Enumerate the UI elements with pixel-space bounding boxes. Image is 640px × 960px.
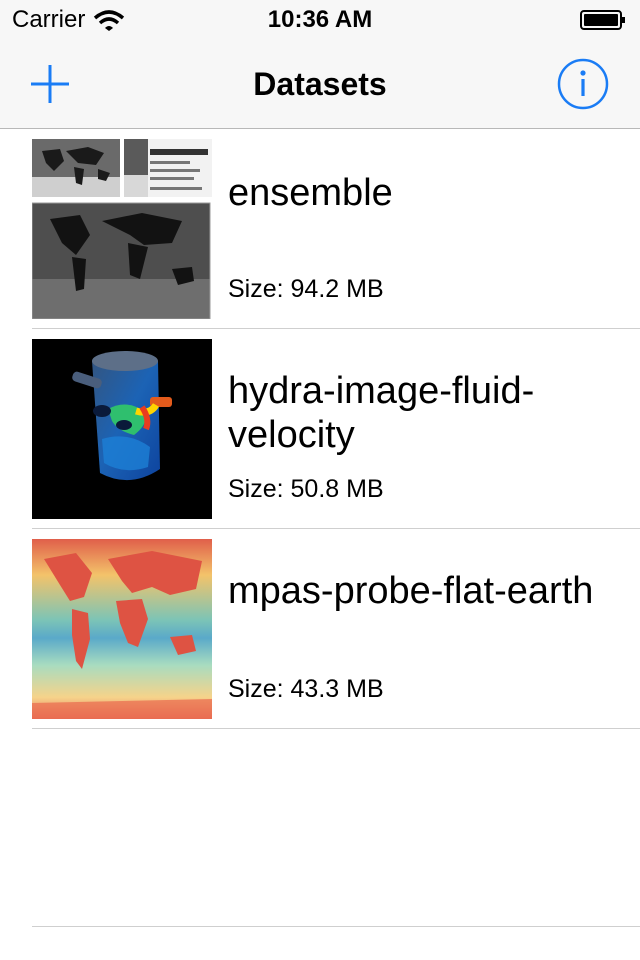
- list-separator: [32, 926, 640, 927]
- dataset-list: ensemble Size: 94.2 MB hydra-image-fluid…: [0, 129, 640, 729]
- status-time: 10:36 AM: [267, 6, 373, 33]
- dataset-size: Size: 43.3 MB: [228, 675, 384, 703]
- dataset-thumbnail: [32, 339, 212, 519]
- status-bar: Carrier 10:36 AM: [0, 0, 640, 40]
- battery-icon: [580, 10, 625, 30]
- info-icon[interactable]: [556, 57, 610, 111]
- dataset-name: mpas-probe-flat-earth: [228, 570, 594, 612]
- dataset-row-mpas-probe-flat-earth[interactable]: mpas-probe-flat-earth Size: 43.3 MB: [32, 529, 640, 729]
- dataset-row-ensemble[interactable]: ensemble Size: 94.2 MB: [32, 129, 640, 329]
- dataset-name: ensemble: [228, 172, 393, 214]
- dataset-size: Size: 50.8 MB: [228, 475, 384, 503]
- dataset-size: Size: 94.2 MB: [228, 275, 384, 303]
- navigation-bar: Datasets: [0, 40, 640, 129]
- dataset-name: hydra-image-fluid-velocity: [228, 370, 535, 456]
- dataset-row-hydra-image-fluid-velocity[interactable]: hydra-image-fluid-velocity Size: 50.8 MB: [32, 329, 640, 529]
- dataset-thumbnail: [32, 139, 212, 319]
- page-title: Datasets: [253, 66, 387, 102]
- dataset-thumbnail: [32, 539, 212, 719]
